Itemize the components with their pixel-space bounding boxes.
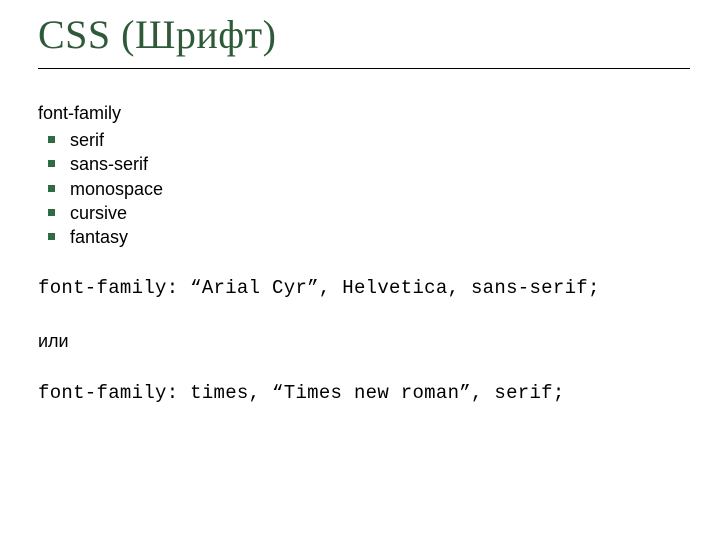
list-item: fantasy (38, 225, 690, 249)
list-item: cursive (38, 201, 690, 225)
code-example-2: font-family: times, “Times new roman”, s… (38, 382, 690, 406)
or-label: или (38, 331, 690, 352)
slide: CSS (Шрифт) font-family serif sans-serif… (0, 0, 720, 540)
list-item: serif (38, 128, 690, 152)
slide-title: CSS (Шрифт) (38, 14, 690, 56)
list-item: monospace (38, 177, 690, 201)
list-heading: font-family (38, 103, 690, 124)
font-family-list: serif sans-serif monospace cursive fanta… (38, 128, 690, 249)
title-block: CSS (Шрифт) (38, 14, 690, 69)
code-example-1: font-family: “Arial Cyr”, Helvetica, san… (38, 277, 690, 301)
list-item: sans-serif (38, 152, 690, 176)
